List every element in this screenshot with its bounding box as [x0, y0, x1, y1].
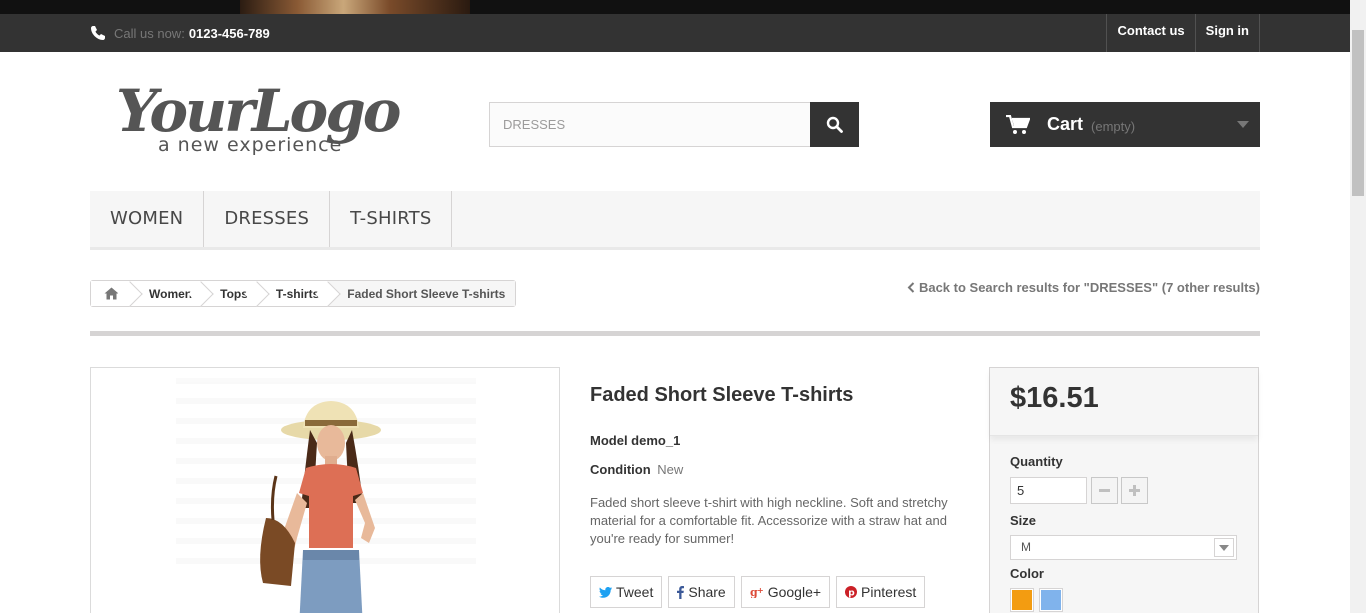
cart-button[interactable]: Cart (empty): [990, 102, 1260, 147]
svg-text:+: +: [757, 586, 764, 595]
tweet-label: Tweet: [616, 584, 654, 600]
top-banner[interactable]: [0, 0, 1350, 14]
pinterest-icon: p: [845, 586, 858, 599]
color-label: Color: [1010, 566, 1044, 581]
banner-image: [240, 0, 470, 14]
section-divider: [90, 331, 1260, 336]
home-icon: [104, 287, 118, 300]
logo-graphic: YourLogo a new experience: [116, 77, 403, 156]
twitter-icon: [599, 586, 612, 598]
search-input[interactable]: [489, 102, 810, 147]
buy-box: $16.51 Quantity Size M Color: [989, 367, 1259, 613]
breadcrumb: Women Tops T-shirts Faded Short Sleeve T…: [90, 280, 517, 307]
facebook-icon: [677, 585, 685, 599]
breadcrumb-current: Faded Short Sleeve T-shirts: [329, 281, 516, 306]
condition-label: Condition: [590, 462, 651, 477]
cart-icon: [1006, 114, 1030, 134]
swatch-fill: [1012, 590, 1032, 610]
menu-item-dresses[interactable]: DRESSES: [204, 191, 331, 247]
quantity-label: Quantity: [1010, 454, 1063, 469]
pinterest-button[interactable]: p Pinterest: [836, 576, 926, 608]
product-title: Faded Short Sleeve T-shirts: [590, 384, 854, 406]
dropdown-arrow: [1214, 538, 1234, 557]
quantity-decrease-button[interactable]: [1091, 477, 1118, 504]
phone-icon: [91, 26, 105, 40]
svg-text:p: p: [848, 589, 855, 599]
product-photo: [91, 368, 559, 613]
product-condition: Condition New: [590, 462, 683, 477]
scrollbar-thumb[interactable]: [1352, 30, 1364, 196]
menu-item-women[interactable]: WOMEN: [90, 191, 205, 247]
size-label: Size: [1010, 513, 1037, 528]
search-button[interactable]: [810, 102, 859, 147]
condition-value: New: [657, 462, 684, 477]
chevron-down-icon: [1237, 121, 1249, 128]
back-to-search-link[interactable]: Back to Search results for "DRESSES" (7 …: [907, 280, 1260, 295]
search-box: [489, 102, 859, 147]
size-select[interactable]: M: [1010, 535, 1237, 560]
logo[interactable]: YourLogo a new experience: [114, 76, 404, 158]
swatch-fill: [1041, 590, 1061, 610]
size-value: M: [1021, 540, 1031, 554]
search-icon: [826, 116, 843, 133]
back-link-text: Back to Search results for "DRESSES" (7 …: [918, 280, 1260, 295]
google-plus-label: Google+: [767, 584, 822, 600]
price-area: $16.51: [990, 368, 1258, 436]
scrollbar[interactable]: [1350, 0, 1366, 613]
chevron-left-icon: [907, 282, 915, 293]
chevron-down-icon: [1219, 544, 1229, 551]
color-swatch-orange[interactable]: [1010, 588, 1034, 612]
sign-in-link[interactable]: Sign in: [1194, 14, 1260, 52]
contact-us-link[interactable]: Contact us: [1106, 14, 1194, 52]
product-description: Faded short sleeve t-shirt with high nec…: [590, 495, 948, 546]
color-swatch-blue[interactable]: [1039, 588, 1063, 612]
phone-number: 0123-456-789: [188, 25, 270, 41]
cart-status: (empty): [1091, 118, 1136, 134]
breadcrumb-home[interactable]: [91, 281, 131, 306]
logo-tagline: a new experience: [158, 134, 342, 156]
facebook-share-button[interactable]: Share: [668, 576, 735, 608]
cart-label: Cart: [1047, 114, 1084, 134]
share-label: Share: [688, 584, 726, 600]
quantity-input[interactable]: [1010, 477, 1087, 504]
product-price: $16.51: [1010, 382, 1099, 414]
tweet-button[interactable]: Tweet: [590, 576, 663, 608]
social-share-buttons: Tweet Share g + Google+ p Pinterest: [590, 576, 926, 608]
call-us: Call us now: 0123-456-789: [90, 22, 270, 44]
google-plus-button[interactable]: g + Google+: [740, 576, 831, 608]
call-prefix: Call us now:: [114, 25, 185, 41]
menu-item-tshirts[interactable]: T-SHIRTS: [330, 191, 453, 247]
minus-icon: [1099, 489, 1110, 492]
header-links: Contact us Sign in: [1106, 14, 1260, 52]
google-plus-icon: g +: [750, 586, 764, 598]
plus-icon: [1129, 485, 1140, 496]
quantity-increase-button[interactable]: [1121, 477, 1148, 504]
product-image[interactable]: [90, 367, 560, 613]
main-menu: WOMEN DRESSES T-SHIRTS: [90, 191, 1260, 250]
product-model: Model demo_1: [590, 433, 681, 448]
top-nav-bar: Call us now: 0123-456-789 Contact us Sig…: [0, 14, 1350, 52]
pinterest-label: Pinterest: [861, 584, 917, 600]
